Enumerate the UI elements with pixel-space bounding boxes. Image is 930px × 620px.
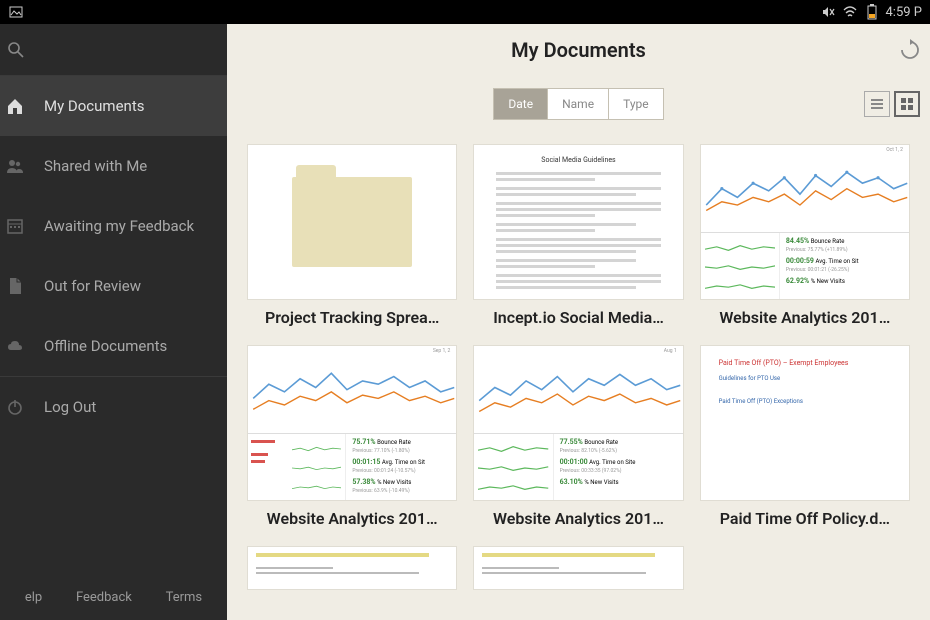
- sidebar-footer: elp Feedback Terms: [0, 574, 227, 620]
- view-list-button[interactable]: [864, 91, 890, 117]
- document-thumbnail: Paid Time Off (PTO) – Exempt Employees G…: [700, 345, 910, 501]
- sidebar-item-shared[interactable]: Shared with Me: [0, 136, 227, 196]
- search-row[interactable]: [0, 24, 227, 76]
- people-icon: [3, 154, 27, 178]
- document-card[interactable]: Paid Time Off (PTO) – Exempt Employees G…: [700, 345, 910, 528]
- content-header: My Documents: [227, 24, 930, 76]
- status-bar: 4:59 P: [0, 0, 930, 24]
- sort-toggle: Date Name Type: [493, 88, 663, 120]
- sort-name-button[interactable]: Name: [548, 89, 609, 119]
- document-thumbnail: Sep 1, 2: [247, 345, 457, 501]
- document-title: Website Analytics 201…: [473, 509, 683, 528]
- folder-icon: [292, 177, 412, 267]
- document-card[interactable]: Oct 1, 2: [700, 144, 910, 327]
- document-title: Website Analytics 201…: [700, 308, 910, 327]
- doc-icon: [3, 274, 27, 298]
- sidebar-item-label: Out for Review: [44, 277, 227, 295]
- sidebar-item-my-documents[interactable]: My Documents: [0, 76, 227, 136]
- document-thumbnail: Oct 1, 2: [700, 144, 910, 300]
- document-card[interactable]: Aug 1: [473, 345, 683, 528]
- sidebar-item-logout[interactable]: Log Out: [0, 377, 227, 437]
- power-icon: [3, 395, 27, 419]
- document-title: Project Tracking Sprea…: [247, 308, 457, 327]
- sidebar-item-out-for-review[interactable]: Out for Review: [0, 256, 227, 316]
- sort-type-button[interactable]: Type: [609, 89, 663, 119]
- document-thumbnail: Social Media Guidelines: [473, 144, 683, 300]
- footer-feedback[interactable]: Feedback: [76, 590, 132, 605]
- sidebar: My Documents Shared with Me Awaiting my …: [0, 24, 227, 620]
- mute-icon: [820, 4, 836, 20]
- document-card[interactable]: [473, 546, 683, 590]
- refresh-icon[interactable]: [898, 38, 922, 62]
- sidebar-item-label: My Documents: [44, 97, 227, 115]
- documents-grid[interactable]: Project Tracking Sprea… Social Media Gui…: [227, 144, 930, 620]
- document-card[interactable]: Social Media Guidelines Incept.io Social…: [473, 144, 683, 327]
- page-title: My Documents: [511, 38, 646, 62]
- sidebar-item-label: Awaiting my Feedback: [44, 217, 227, 235]
- sort-date-button[interactable]: Date: [494, 89, 548, 119]
- footer-help[interactable]: elp: [25, 590, 42, 605]
- status-time: 4:59 P: [886, 5, 923, 20]
- document-card[interactable]: [247, 546, 457, 590]
- document-thumbnail: Aug 1: [473, 345, 683, 501]
- document-card[interactable]: Sep 1, 2: [247, 345, 457, 528]
- image-icon: [8, 4, 24, 20]
- sidebar-item-label: Log Out: [44, 398, 227, 416]
- view-grid-button[interactable]: [894, 91, 920, 117]
- sidebar-item-label: Shared with Me: [44, 157, 227, 175]
- toolbar: Date Name Type: [227, 80, 930, 128]
- document-thumbnail: [247, 144, 457, 300]
- view-toggle: [864, 91, 920, 117]
- sidebar-item-label: Offline Documents: [44, 337, 227, 355]
- content: My Documents Date Name Type: [227, 24, 930, 620]
- document-thumbnail: [473, 546, 683, 590]
- home-icon: [3, 94, 27, 118]
- calendar-icon: [3, 214, 27, 238]
- battery-icon: [864, 4, 880, 20]
- document-title: Paid Time Off Policy.d…: [700, 509, 910, 528]
- document-title: Website Analytics 201…: [247, 509, 457, 528]
- search-icon[interactable]: [4, 40, 28, 60]
- footer-terms[interactable]: Terms: [166, 590, 203, 605]
- document-thumbnail: [247, 546, 457, 590]
- document-title: Incept.io Social Media…: [473, 308, 683, 327]
- sidebar-item-awaiting-feedback[interactable]: Awaiting my Feedback: [0, 196, 227, 256]
- sidebar-item-offline[interactable]: Offline Documents: [0, 316, 227, 376]
- cloud-icon: [3, 334, 27, 358]
- wifi-icon: [842, 4, 858, 20]
- document-card[interactable]: Project Tracking Sprea…: [247, 144, 457, 327]
